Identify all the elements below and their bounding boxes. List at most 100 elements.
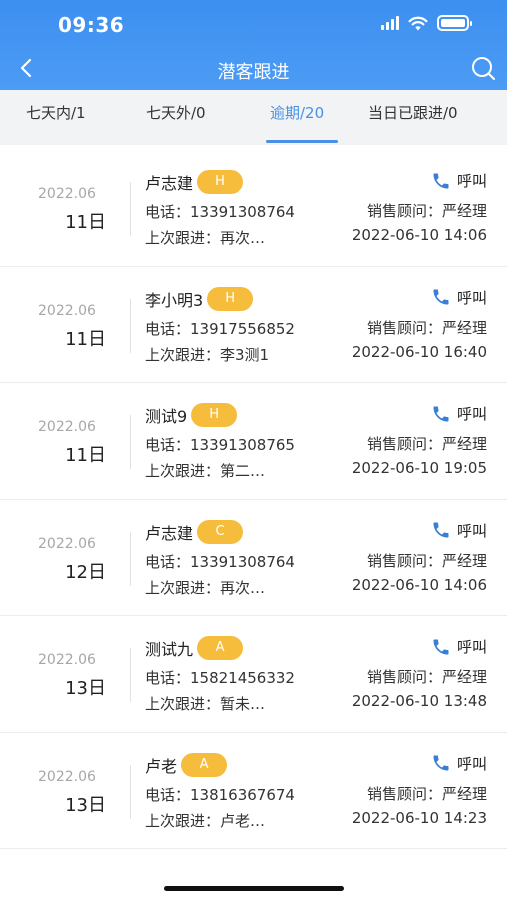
name-row: 测试九 A xyxy=(145,636,244,660)
divider xyxy=(130,531,131,586)
call-button[interactable]: 呼叫 xyxy=(431,403,487,424)
phone-number: 电话：13391308764 xyxy=(145,552,295,571)
divider xyxy=(130,298,131,353)
list-item[interactable]: 2022.06 11日 测试9 H 电话：13391308765 上次跟进：第二… 呼叫销售… xyxy=(0,383,507,500)
customer-list: 2022.06 11日 卢志建 H 电话：13391308764 上次跟进：再次… 呼叫 销售… xyxy=(0,150,507,849)
call-label: 呼叫 xyxy=(456,521,487,540)
divider xyxy=(130,415,131,469)
signal-icon xyxy=(381,16,399,30)
follow-up-datetime: 2022-06-10 14:23 xyxy=(351,808,487,827)
phone-number: 电话：13391308764 xyxy=(145,203,295,221)
call-button[interactable]: 呼叫 xyxy=(431,287,487,308)
level-badge: H xyxy=(191,403,238,427)
customer-name: 测试9 xyxy=(145,407,188,426)
call-button[interactable]: 呼叫 xyxy=(431,636,487,657)
sales-advisor: 销售顾问：严经理 xyxy=(366,551,487,570)
date-year-month: 2022.06 xyxy=(38,768,96,785)
name-row: 李小明3 H xyxy=(145,286,254,311)
tab-followed-today[interactable]: 当日已跟进/0 xyxy=(368,90,458,145)
tab-beyond-seven-days[interactable]: 七天外/0 xyxy=(146,90,206,145)
list-item[interactable]: 2022.06 12日 卢志建 C 电话：13391308764 上次跟进：再次… 呼叫销售… xyxy=(0,500,507,616)
list-item[interactable]: 2022.06 11日 卢志建 H 电话：13391308764 上次跟进：再次… 呼叫销售… xyxy=(0,150,507,267)
list-item[interactable]: 2022.06 11日 李小明3 H 电话：13917556852 上次跟进：李3测1 呼叫… xyxy=(0,267,507,383)
customer-name: 李小明3 xyxy=(145,290,204,310)
call-label: 呼叫 xyxy=(456,754,487,773)
date-day: 13日 xyxy=(65,794,106,816)
phone-number: 电话：13391308765 xyxy=(145,436,295,454)
last-follow-up: 上次跟进：再次… xyxy=(145,229,266,247)
date-year-month: 2022.06 xyxy=(38,302,96,319)
level-badge: H xyxy=(197,170,244,194)
last-follow-up: 上次跟进：卢老… xyxy=(145,811,266,830)
phone-icon xyxy=(431,404,451,424)
date-day: 11日 xyxy=(65,328,106,350)
tab-within-seven-days[interactable]: 七天内/1 xyxy=(26,90,86,145)
date-year-month: 2022.06 xyxy=(38,419,96,435)
divider xyxy=(130,182,131,236)
status-time: 09:36 xyxy=(58,13,125,37)
list-item[interactable]: 2022.06 13日 测试九 A 电话：15821456332 上次跟进：暂未… 呼叫销售… xyxy=(0,616,507,733)
date-day: 13日 xyxy=(65,678,106,699)
phone-number: 电话：13917556852 xyxy=(145,319,295,338)
call-label: 呼叫 xyxy=(456,638,487,656)
name-row: 测试9 H xyxy=(145,403,238,427)
customer-name: 卢老 xyxy=(145,756,178,776)
phone-icon xyxy=(431,171,451,191)
call-button[interactable]: 呼叫 xyxy=(431,170,487,191)
sales-advisor: 销售顾问：严经理 xyxy=(366,668,487,686)
date-day: 12日 xyxy=(65,561,106,583)
call-label: 呼叫 xyxy=(456,172,487,190)
page-title: 潜客跟进 xyxy=(217,62,290,83)
phone-icon xyxy=(431,637,451,657)
wifi-icon xyxy=(408,16,428,30)
sales-advisor: 销售顾问：严经理 xyxy=(366,784,487,803)
level-badge: A xyxy=(197,636,244,660)
home-indicator xyxy=(164,886,344,891)
call-label: 呼叫 xyxy=(456,405,487,423)
date-year-month: 2022.06 xyxy=(38,652,96,668)
sales-advisor: 销售顾问：严经理 xyxy=(366,202,487,220)
phone-number: 电话：13816367674 xyxy=(145,785,295,804)
active-tab-indicator xyxy=(266,140,338,143)
follow-up-datetime: 2022-06-10 13:48 xyxy=(351,692,487,710)
name-row: 卢老 A xyxy=(145,752,228,777)
list-item[interactable]: 2022.06 13日 卢老 A 电话：13816367674 上次跟进：卢老… 呼叫销售顾… xyxy=(0,733,507,849)
search-icon[interactable] xyxy=(469,54,497,82)
call-button[interactable]: 呼叫 xyxy=(431,520,487,541)
follow-up-datetime: 2022-06-10 14:06 xyxy=(351,226,487,244)
sales-advisor: 销售顾问：严经理 xyxy=(366,318,487,337)
follow-up-datetime: 2022-06-10 19:05 xyxy=(351,459,487,477)
tab-overdue[interactable]: 逾期/20 xyxy=(270,90,324,145)
last-follow-up: 上次跟进：李3测1 xyxy=(145,345,270,364)
follow-up-datetime: 2022-06-10 14:06 xyxy=(351,575,487,594)
last-follow-up: 上次跟进：再次… xyxy=(145,578,266,597)
name-row: 卢志建 H xyxy=(145,170,244,194)
sales-advisor: 销售顾问：严经理 xyxy=(366,435,487,453)
level-badge: A xyxy=(181,752,228,777)
level-badge: C xyxy=(197,519,244,544)
phone-icon xyxy=(431,753,451,773)
phone-icon xyxy=(431,287,451,307)
last-follow-up: 上次跟进：暂未… xyxy=(145,695,266,713)
date-year-month: 2022.06 xyxy=(38,186,96,202)
phone-number: 电话：15821456332 xyxy=(145,669,295,687)
customer-name: 测试九 xyxy=(145,640,194,659)
battery-icon xyxy=(437,15,472,31)
call-label: 呼叫 xyxy=(456,288,487,307)
call-button[interactable]: 呼叫 xyxy=(431,753,487,774)
header-bar: 09:36 潜客跟进 xyxy=(0,0,507,90)
date-year-month: 2022.06 xyxy=(38,535,96,552)
divider xyxy=(130,764,131,819)
divider xyxy=(130,648,131,702)
name-row: 卢志建 C xyxy=(145,519,244,544)
last-follow-up: 上次跟进：第二… xyxy=(145,462,266,480)
follow-up-datetime: 2022-06-10 16:40 xyxy=(351,342,487,361)
customer-name: 卢志建 xyxy=(145,523,194,543)
customer-name: 卢志建 xyxy=(145,174,194,193)
filter-tabs: 七天内/1 七天外/0 逾期/20 当日已跟进/0 xyxy=(0,90,507,145)
phone-icon xyxy=(431,520,451,540)
date-day: 11日 xyxy=(65,212,106,233)
level-badge: H xyxy=(207,286,254,311)
date-day: 11日 xyxy=(65,445,106,466)
status-icons xyxy=(381,15,472,31)
